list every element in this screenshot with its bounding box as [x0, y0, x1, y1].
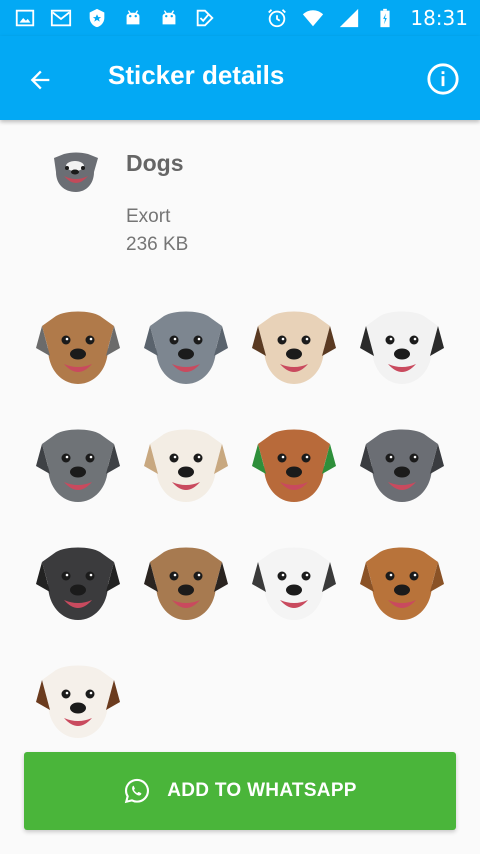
sticker-black-staffy[interactable]: [30, 534, 126, 630]
pack-name: Dogs: [126, 150, 184, 176]
android-icon: [158, 7, 180, 29]
status-bar: 18:31: [0, 0, 480, 36]
signal-icon: [338, 7, 360, 29]
whatsapp-icon: [125, 778, 150, 804]
info-button[interactable]: [426, 62, 460, 96]
pack-header: Dogs Exort 236 KB: [0, 120, 480, 270]
sticker-grey-dog[interactable]: [138, 298, 234, 394]
pack-author: Exort: [126, 206, 171, 227]
alarm-icon: [266, 7, 288, 29]
add-button-label: ADD TO WHATSAPP: [167, 780, 357, 801]
sticker-husky-dog[interactable]: [246, 534, 342, 630]
info-icon: [427, 63, 459, 95]
sticker-eyebrow-dog[interactable]: [246, 298, 342, 394]
page-title: Sticker details: [108, 60, 285, 90]
android-icon: [122, 7, 144, 29]
sticker-staffy-dog[interactable]: [354, 416, 450, 512]
sticker-pumpkin-dog[interactable]: [246, 416, 342, 512]
add-to-whatsapp-button[interactable]: ADD TO WHATSAPP: [24, 752, 456, 830]
wifi-icon: [302, 7, 324, 29]
sticker-great-dane[interactable]: [138, 534, 234, 630]
app-bar: Sticker details: [0, 36, 480, 120]
sticker-vizsla-dog[interactable]: [354, 534, 450, 630]
battery-icon: [374, 7, 396, 29]
sticker-dalmatian-dog[interactable]: [354, 298, 450, 394]
image-icon: [14, 7, 36, 29]
back-button[interactable]: [24, 64, 56, 96]
tray-icon: [50, 150, 100, 194]
sticker-grey-pup[interactable]: [30, 416, 126, 512]
sticker-spaniel-dog[interactable]: [30, 652, 126, 748]
gmail-icon: [50, 7, 72, 29]
check-icon: [194, 7, 216, 29]
arrow-back-icon: [30, 70, 50, 90]
shield-icon: [86, 7, 108, 29]
pack-size: 236 KB: [126, 234, 189, 255]
clock: 18:31: [410, 6, 468, 30]
sticker-whippet-dog[interactable]: [138, 416, 234, 512]
sticker-dog-headphones[interactable]: [30, 298, 126, 394]
